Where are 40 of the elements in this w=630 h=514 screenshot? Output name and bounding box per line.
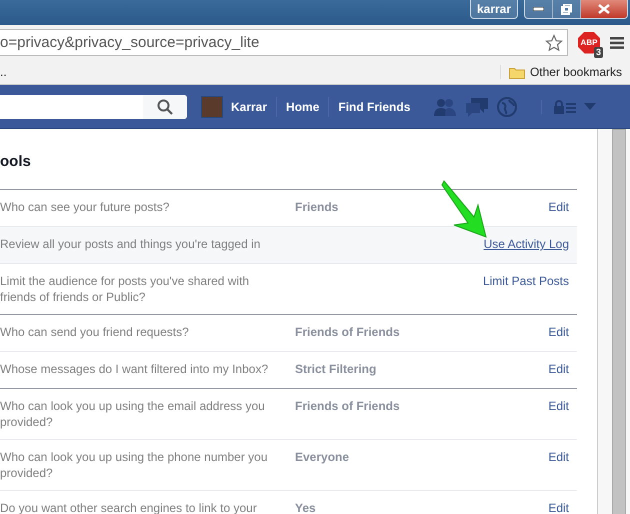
menu-icon[interactable] [610, 36, 624, 48]
setting-question: Who can see your future posts? [0, 199, 170, 216]
edit-link[interactable]: Edit [548, 200, 569, 214]
maximize-button[interactable] [553, 0, 581, 18]
nav-link[interactable]: Find Friends [329, 96, 420, 116]
close-button[interactable] [581, 0, 627, 18]
minimize-button[interactable] [525, 0, 553, 18]
setting-value: Yes [295, 500, 317, 514]
edit-link[interactable]: Use Activity Log [484, 237, 569, 251]
search-field[interactable] [0, 94, 187, 118]
section-heading: ools [0, 152, 32, 172]
setting-question: Who can send you friend requests? [0, 324, 190, 341]
setting-question: Who can look you up using the email address you provided? [0, 398, 266, 430]
setting-value: Friends of Friends [295, 324, 401, 341]
setting-value: Friends of Friends [295, 398, 401, 415]
setting-question: Who can look you up using the phone number you provided? [0, 449, 269, 481]
setting-value: Strict Filtering [295, 361, 378, 378]
restore-icon [561, 4, 572, 14]
edit-link[interactable]: Edit [548, 450, 569, 464]
search-icon[interactable] [157, 98, 173, 114]
setting-value: Everyone [295, 449, 350, 466]
folder-icon [508, 66, 525, 78]
edit-link[interactable]: Edit [548, 399, 569, 413]
close-icon [598, 4, 610, 14]
edit-link[interactable]: Edit [548, 325, 569, 339]
setting-question: Review all your posts and things you're tagged in [0, 236, 262, 253]
star-icon[interactable] [545, 34, 563, 52]
profile-button[interactable]: karrar [470, 0, 518, 19]
address-field[interactable]: o=privacy&privacy_source=privacy_lite [0, 29, 568, 56]
bookmark-overflow[interactable]: .. [0, 65, 7, 79]
bookmark-folder[interactable]: Other bookmarks [500, 65, 622, 79]
profile-link[interactable]: Karrar [231, 96, 278, 116]
setting-value: Friends [295, 199, 340, 216]
nav-link[interactable]: Home [277, 96, 330, 116]
setting-question: Whose messages do I want filtered into my Inbox? [0, 361, 270, 378]
setting-question: Limit the audience for posts you've shared with friends of friends or Public? [0, 273, 250, 305]
minimize-icon [533, 7, 544, 11]
edit-link[interactable]: Edit [548, 501, 569, 514]
edit-link[interactable]: Edit [548, 362, 569, 376]
edit-link[interactable]: Limit Past Posts [482, 274, 569, 288]
